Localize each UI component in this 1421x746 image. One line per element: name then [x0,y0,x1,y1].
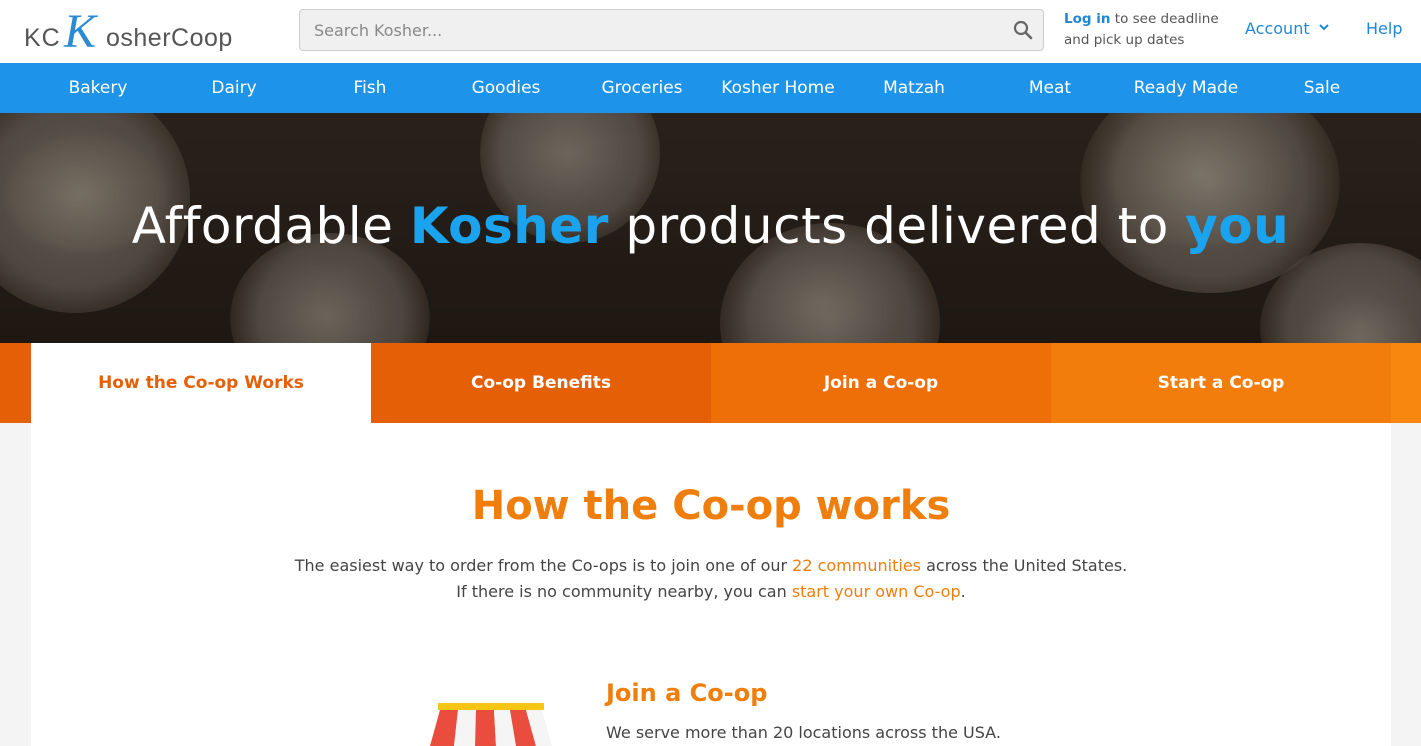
tab-benefits[interactable]: Co-op Benefits [371,343,711,423]
start-coop-link[interactable]: start your own Co-op [792,582,961,601]
hero-highlight-kosher: Kosher [409,197,609,255]
logo-k: K [64,5,97,58]
section-intro: The easiest way to order from the Co-ops… [31,553,1391,605]
login-note: Log in to see deadline and pick up dates [1064,9,1234,51]
intro-text-2a: If there is no community nearby, you can [456,582,792,601]
tab-how-it-works[interactable]: How the Co-op Works [31,343,371,423]
tab-start[interactable]: Start a Co-op [1051,343,1391,423]
nav-item-matzah[interactable]: Matzah [846,63,982,113]
info-tabs: How the Co-op Works Co-op Benefits Join … [0,343,1421,423]
hero-text-2: products delivered to [608,197,1186,255]
hero-banner: Affordable Kosher products delivered to … [0,113,1421,343]
search-input[interactable] [300,10,1000,50]
login-note-text-1: to see deadline [1110,11,1219,27]
category-nav: Bakery Dairy Fish Goodies Groceries Kosh… [0,63,1421,113]
nav-item-kosher-home[interactable]: Kosher Home [710,63,846,113]
login-note-text-2: and pick up dates [1064,32,1185,48]
search-bar [299,9,1044,51]
search-icon[interactable] [1013,20,1033,40]
account-label: Account [1245,19,1310,38]
nav-item-fish[interactable]: Fish [302,63,438,113]
tab-join[interactable]: Join a Co-op [711,343,1051,423]
feature-title: Join a Co-op [606,679,768,707]
hero-headline: Affordable Kosher products delivered to … [0,197,1421,255]
intro-text-1a: The easiest way to order from the Co-ops… [294,556,793,575]
intro-text-2b: . [960,582,966,601]
logo-name: osherCoop [106,24,233,52]
help-link[interactable]: Help [1366,19,1402,38]
nav-item-goodies[interactable]: Goodies [438,63,574,113]
hero-highlight-you: you [1185,197,1290,255]
how-it-works-panel: How the Co-op works The easiest way to o… [31,423,1391,746]
communities-link[interactable]: 22 communities [792,556,921,575]
hero-text-1: Affordable [131,197,410,255]
tabs-edge [1391,343,1421,423]
logo-kc: KC [24,24,61,52]
account-menu[interactable]: Account [1245,19,1329,38]
nav-item-meat[interactable]: Meat [982,63,1118,113]
login-link[interactable]: Log in [1064,11,1110,27]
intro-text-1b: across the United States. [921,556,1128,575]
storefront-icon [430,703,552,746]
nav-item-bakery[interactable]: Bakery [30,63,166,113]
section-title: How the Co-op works [471,483,951,529]
site-header: KC K osherCoop Log in to see deadline an… [0,0,1421,63]
chevron-down-icon [1318,24,1329,31]
nav-item-groceries[interactable]: Groceries [574,63,710,113]
feature-text: We serve more than 20 locations across t… [606,723,1001,742]
site-logo[interactable]: KC K osherCoop [24,5,274,58]
nav-item-sale[interactable]: Sale [1254,63,1390,113]
nav-item-ready-made[interactable]: Ready Made [1118,63,1254,113]
nav-item-dairy[interactable]: Dairy [166,63,302,113]
